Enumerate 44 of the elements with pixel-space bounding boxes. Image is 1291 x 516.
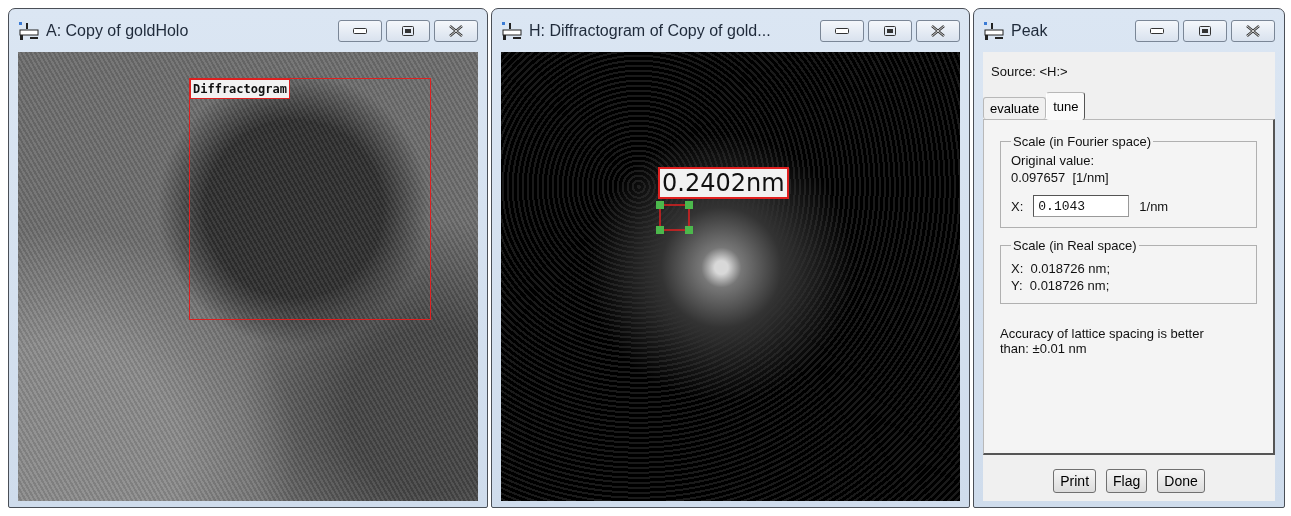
peak-marker[interactable] <box>656 201 693 234</box>
print-button[interactable]: Print <box>1053 469 1097 493</box>
group-title: Scale (in Real space) <box>1012 238 1138 253</box>
minimize-icon <box>835 27 849 34</box>
x-scale-field[interactable]: 0.1043 <box>1033 195 1130 217</box>
maximize-button[interactable] <box>1183 19 1227 42</box>
close-button[interactable] <box>916 19 960 42</box>
minimize-icon <box>1150 27 1164 34</box>
maximize-icon <box>402 25 414 36</box>
minimize-button[interactable] <box>820 19 864 42</box>
close-icon <box>930 24 946 37</box>
x-label: X: <box>1011 198 1024 214</box>
app-icon <box>983 20 1005 41</box>
tab[interactable]: evaluate <box>983 97 1047 119</box>
region-label: Diffractogram <box>190 79 290 99</box>
window-title: A: Copy of goldHolo <box>46 21 190 40</box>
maximize-button[interactable] <box>868 19 912 42</box>
done-button[interactable]: Done <box>1157 469 1205 493</box>
maximize-icon <box>1199 25 1211 36</box>
original-value: 0.097657 [1/nm] <box>1011 170 1110 185</box>
minimize-icon <box>353 27 367 34</box>
unit-label: 1/nm <box>1139 198 1169 214</box>
maximize-button[interactable] <box>386 19 430 42</box>
window-title: Peak <box>1011 21 1049 40</box>
original-value-label: Original value: <box>1011 153 1096 168</box>
real-scale-value: Y: 0.018726 nm; <box>1011 278 1111 293</box>
maximize-icon <box>884 25 896 36</box>
real-scale-value: X: 0.018726 nm; <box>1011 261 1111 276</box>
accuracy-text: Accuracy of lattice spacing is better than: ±0.01 nm <box>1000 326 1205 356</box>
flag-button[interactable]: Flag <box>1106 469 1148 493</box>
source-label: Source: <H:> <box>990 64 1069 79</box>
window-title: H: Diffractogram of Copy of gold... <box>529 21 772 40</box>
minimize-button[interactable] <box>1135 19 1179 42</box>
tab[interactable]: tune <box>1046 92 1086 120</box>
close-button[interactable] <box>434 19 478 42</box>
minimize-button[interactable] <box>338 19 382 42</box>
close-icon <box>1245 24 1261 37</box>
group-title: Scale (in Fourier space) <box>1012 134 1152 149</box>
app-icon <box>501 20 523 41</box>
measurement-label: 0.2402nm <box>658 167 789 199</box>
selection-rectangle[interactable] <box>189 78 431 320</box>
app-icon <box>18 20 40 41</box>
close-button[interactable] <box>1231 19 1275 42</box>
close-icon <box>448 24 464 37</box>
